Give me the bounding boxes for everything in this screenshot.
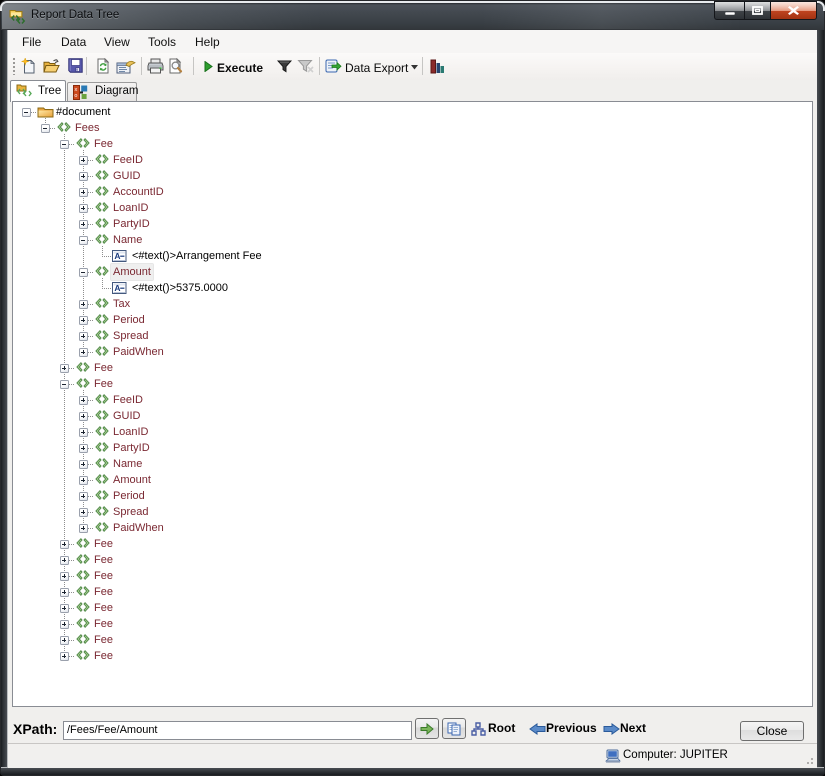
svg-text:o: o <box>74 92 77 99</box>
svg-text:A: A <box>114 283 120 293</box>
svg-text:A: A <box>114 251 120 261</box>
